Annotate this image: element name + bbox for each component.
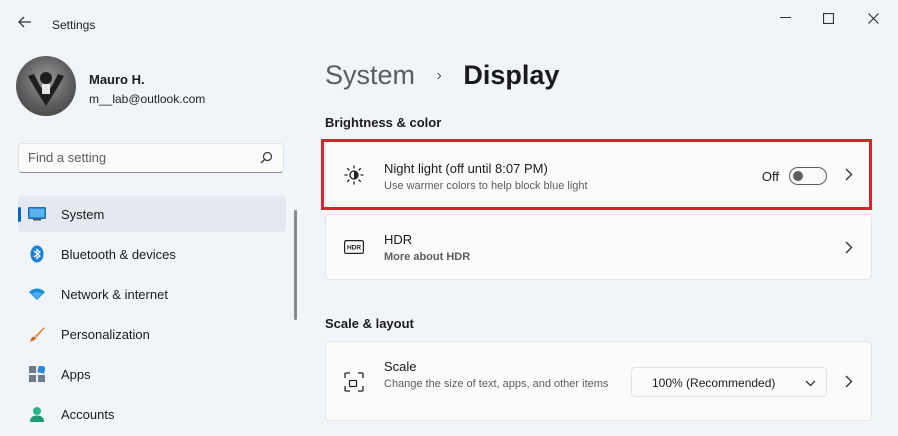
section-header-brightness: Brightness & color xyxy=(325,115,442,130)
hdr-icon: HDR xyxy=(344,240,364,254)
breadcrumb-separator: › xyxy=(436,67,442,84)
breadcrumb-parent[interactable]: System xyxy=(325,60,415,90)
sidebar-item-label: Accounts xyxy=(61,407,115,422)
close-button[interactable] xyxy=(855,8,891,28)
apps-icon xyxy=(28,365,46,383)
scale-icon xyxy=(344,372,364,392)
chevron-right-icon[interactable] xyxy=(845,375,853,388)
sidebar-item-label: Bluetooth & devices xyxy=(61,247,176,262)
scale-dropdown-value: 100% (Recommended) xyxy=(652,376,776,390)
app-title: Settings xyxy=(52,18,96,32)
svg-text:HDR: HDR xyxy=(347,245,361,252)
scale-dropdown[interactable]: 100% (Recommended) xyxy=(631,367,827,397)
night-light-card[interactable]: Night light (off until 8:07 PM) Use warm… xyxy=(325,141,872,208)
avatar xyxy=(16,56,76,116)
night-light-title: Night light (off until 8:07 PM) xyxy=(384,161,548,176)
sidebar-item-accounts[interactable]: Accounts xyxy=(18,396,286,432)
chevron-right-icon[interactable] xyxy=(845,241,853,254)
hdr-card[interactable]: HDR HDR More about HDR xyxy=(325,214,872,280)
sidebar-scrollbar[interactable] xyxy=(294,210,297,320)
active-indicator xyxy=(18,207,21,222)
toggle-knob xyxy=(793,171,803,181)
avatar-picture-icon xyxy=(28,72,64,106)
chevron-down-icon xyxy=(805,376,816,394)
sidebar-item-personalization[interactable]: Personalization xyxy=(18,316,286,352)
person-icon xyxy=(28,405,46,423)
brightness-icon xyxy=(344,165,364,185)
search-box[interactable] xyxy=(18,143,284,173)
monitor-icon xyxy=(28,205,46,223)
title-bar: Settings xyxy=(0,0,898,42)
night-light-subtitle: Use warmer colors to help block blue lig… xyxy=(384,180,588,192)
scale-subtitle: Change the size of text, apps, and other… xyxy=(384,378,609,390)
night-light-toggle-group: Off xyxy=(762,167,827,185)
sidebar-item-apps[interactable]: Apps xyxy=(18,356,286,392)
user-name: Mauro H. xyxy=(89,72,145,87)
sidebar-item-label: System xyxy=(61,207,105,222)
wifi-icon xyxy=(28,285,46,303)
minimize-button[interactable] xyxy=(767,8,803,28)
night-light-toggle[interactable] xyxy=(789,167,827,185)
maximize-button[interactable] xyxy=(810,8,846,28)
bluetooth-icon xyxy=(28,245,46,263)
sidebar-item-label: Apps xyxy=(61,367,91,382)
hdr-title: HDR xyxy=(384,232,413,247)
sidebar-nav: System Bluetooth & devices Network & int… xyxy=(18,196,286,436)
back-button[interactable] xyxy=(10,10,40,34)
breadcrumb: System › Display xyxy=(325,60,559,91)
arrow-left-icon xyxy=(18,16,31,28)
user-email: m__lab@outlook.com xyxy=(89,92,206,106)
sidebar-item-network[interactable]: Network & internet xyxy=(18,276,286,312)
sidebar-item-label: Network & internet xyxy=(61,287,168,302)
scale-title: Scale xyxy=(384,359,417,374)
search-icon[interactable] xyxy=(260,151,273,164)
scale-card[interactable]: Scale Change the size of text, apps, and… xyxy=(325,341,872,421)
sidebar-item-label: Personalization xyxy=(61,327,150,342)
sidebar-item-bluetooth[interactable]: Bluetooth & devices xyxy=(18,236,286,272)
hdr-more-link[interactable]: More about HDR xyxy=(384,251,470,263)
sidebar-item-system[interactable]: System xyxy=(18,196,286,232)
chevron-right-icon[interactable] xyxy=(845,168,853,181)
brush-icon xyxy=(28,325,46,343)
search-input[interactable] xyxy=(28,150,248,165)
minimize-icon xyxy=(779,17,791,18)
page-title: Display xyxy=(463,60,560,90)
toggle-state-label: Off xyxy=(761,168,779,184)
section-header-scale: Scale & layout xyxy=(325,316,414,331)
close-icon xyxy=(867,12,879,24)
maximize-icon xyxy=(822,12,834,24)
